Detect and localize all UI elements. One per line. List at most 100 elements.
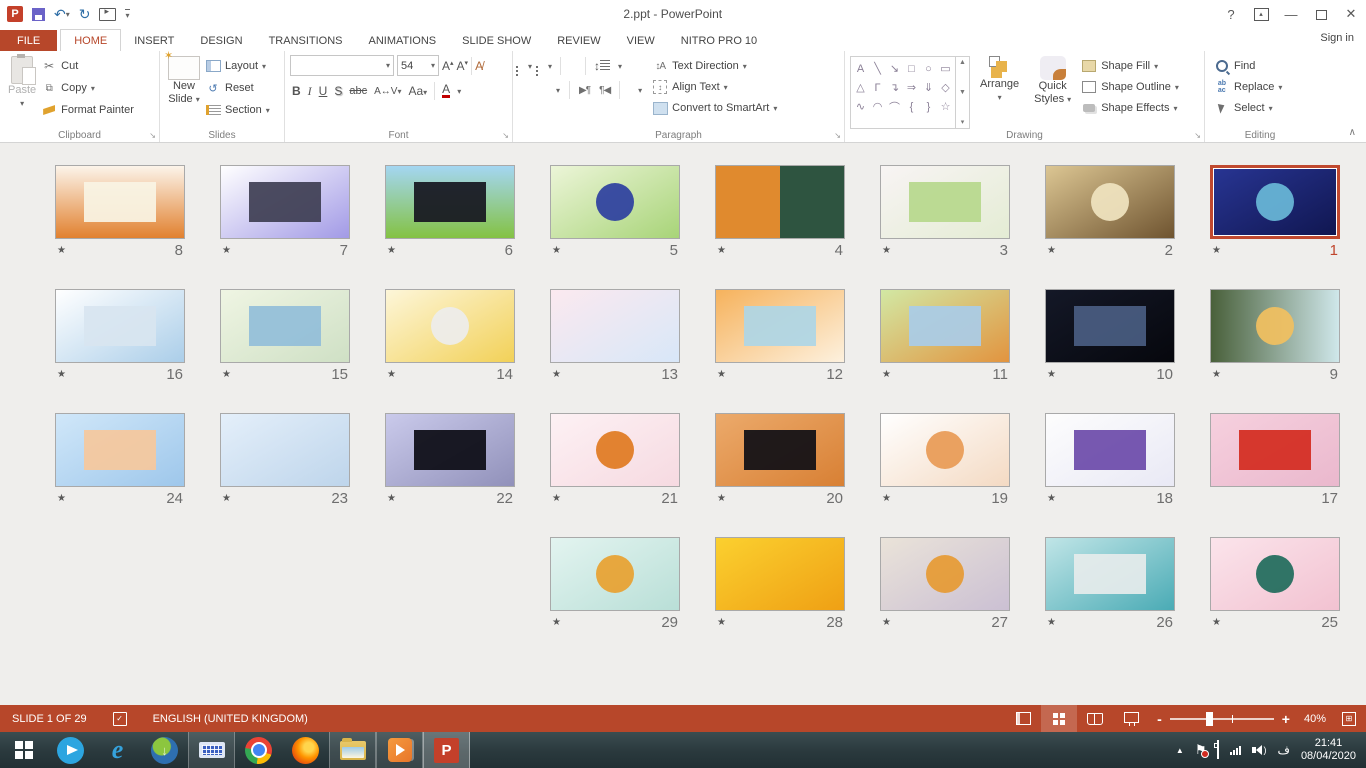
redo-icon[interactable]: ↻ xyxy=(79,6,91,23)
slide-25-thumbnail-orbit-seasons[interactable] xyxy=(1210,537,1340,611)
tab-nitro-pro-10[interactable]: NITRO PRO 10 xyxy=(668,30,770,51)
help-icon[interactable]: ? xyxy=(1216,2,1246,26)
decrease-font-size-button[interactable]: A▾ xyxy=(457,59,469,73)
shape-glyph-7[interactable]: Γ xyxy=(869,78,886,97)
tab-file[interactable]: FILE xyxy=(0,30,57,51)
normal-view-button[interactable] xyxy=(1005,705,1041,732)
font-dialog-launcher[interactable]: ↘ xyxy=(502,131,509,140)
taskbar-chrome-button[interactable] xyxy=(235,732,282,768)
line-spacing-button[interactable]: ↕ xyxy=(594,59,610,73)
slide-1-thumbnail-globe-space-title[interactable] xyxy=(1210,165,1340,239)
shape-glyph-10[interactable]: ⇓ xyxy=(920,78,937,97)
tab-insert[interactable]: INSERT xyxy=(121,30,187,51)
slide-19-thumbnail-swirl-text[interactable] xyxy=(880,413,1010,487)
shape-glyph-6[interactable]: △ xyxy=(852,78,869,97)
left-to-right-direction-button[interactable]: ▶¶ xyxy=(579,85,590,96)
slide-15-thumbnail-timezone-map-green[interactable] xyxy=(220,289,350,363)
powerpoint-app-icon[interactable]: P xyxy=(7,6,23,22)
spell-check-icon[interactable]: ✓ xyxy=(113,712,127,726)
taskbar-telegram-button[interactable] xyxy=(47,732,94,768)
italic-button[interactable]: I xyxy=(308,84,312,99)
slide-2-thumbnail-pocket-watch[interactable] xyxy=(1045,165,1175,239)
minimize-icon[interactable]: — xyxy=(1276,2,1306,26)
ribbon-display-options-icon[interactable]: ▴ xyxy=(1246,2,1276,26)
shape-glyph-12[interactable]: ∿ xyxy=(852,97,869,116)
slide-21-thumbnail-planet-note-pink[interactable] xyxy=(550,413,680,487)
shape-glyph-5[interactable]: ▭ xyxy=(937,59,954,78)
zoom-out-button[interactable]: - xyxy=(1157,711,1162,727)
font-name-combobox[interactable]: ▾ xyxy=(290,55,394,76)
slide-18-thumbnail-timezone-color-map[interactable] xyxy=(1045,413,1175,487)
hidden-icons-chevron-icon[interactable]: ▲ xyxy=(1176,746,1184,755)
taskbar-wmp-button[interactable] xyxy=(376,732,423,768)
cut-button[interactable]: ✂ Cut xyxy=(41,56,134,76)
shape-fill-button[interactable]: Shape Fill▾ xyxy=(1081,56,1179,76)
taskbar-ie-button[interactable]: e xyxy=(94,732,141,768)
shape-glyph-13[interactable]: ◠ xyxy=(869,97,886,116)
slide-24-thumbnail-earth-axis-diagrams[interactable] xyxy=(55,413,185,487)
shape-glyph-3[interactable]: □ xyxy=(903,59,920,78)
taskbar-explorer-button[interactable] xyxy=(329,732,376,768)
network-signal-icon[interactable] xyxy=(1230,746,1241,755)
reading-view-button[interactable] xyxy=(1077,705,1113,732)
volume-icon[interactable]: ) xyxy=(1252,745,1266,755)
slide-12-thumbnail-rotation-textboxes[interactable] xyxy=(715,289,845,363)
slide-29-thumbnail-two-globes-lens[interactable] xyxy=(550,537,680,611)
shape-glyph-15[interactable]: { xyxy=(903,97,920,116)
slide-sorter-view-button[interactable] xyxy=(1041,705,1077,732)
layout-button[interactable]: Layout▾ xyxy=(205,56,270,76)
slide-5-thumbnail-globe-leaves[interactable] xyxy=(550,165,680,239)
text-shadow-button[interactable]: S xyxy=(334,84,342,98)
shape-glyph-14[interactable]: ⌒ xyxy=(886,97,903,116)
shape-glyph-1[interactable]: ╲ xyxy=(869,59,886,78)
strikethrough-button[interactable]: abc xyxy=(349,85,367,97)
slide-28-thumbnail-golden-text[interactable] xyxy=(715,537,845,611)
restore-icon[interactable] xyxy=(1306,2,1336,26)
shape-glyph-16[interactable]: } xyxy=(920,97,937,116)
shapes-gallery[interactable]: A╲↘□○▭△Γ↴⇒⇓◇∿◠⌒{}☆ xyxy=(850,56,956,129)
slide-20-thumbnail-night-globe-orange[interactable] xyxy=(715,413,845,487)
slide-13-thumbnail-floral-text[interactable] xyxy=(550,289,680,363)
tab-view[interactable]: VIEW xyxy=(614,30,668,51)
zoom-slider[interactable] xyxy=(1170,718,1274,720)
tab-review[interactable]: REVIEW xyxy=(544,30,613,51)
taskbar-powerpoint-button[interactable]: P xyxy=(423,732,470,768)
shape-glyph-0[interactable]: A xyxy=(852,59,869,78)
paragraph-dialog-launcher[interactable]: ↘ xyxy=(834,131,841,140)
slide-9-thumbnail-earth-sunrise[interactable] xyxy=(1210,289,1340,363)
shape-glyph-9[interactable]: ⇒ xyxy=(903,78,920,97)
zoom-slider-thumb[interactable] xyxy=(1206,712,1213,726)
slide-7-thumbnail-city-dusk-photo[interactable] xyxy=(220,165,350,239)
slide-6-thumbnail-earth-sun-sky[interactable] xyxy=(385,165,515,239)
arrange-button[interactable]: Arrange ▾ xyxy=(975,54,1024,129)
change-case-button[interactable]: Aa▾ xyxy=(408,84,427,98)
shape-outline-button[interactable]: Shape Outline▾ xyxy=(1081,77,1179,97)
slide-8-thumbnail-rotation-diagram-sunset[interactable] xyxy=(55,165,185,239)
right-to-left-direction-button[interactable]: ¶◀ xyxy=(599,85,610,96)
quick-styles-button[interactable]: Quick Styles ▾ xyxy=(1029,54,1076,129)
taskbar-osk-button[interactable] xyxy=(188,732,235,768)
shape-glyph-4[interactable]: ○ xyxy=(920,59,937,78)
clear-formatting-button[interactable]: A̸ xyxy=(475,59,483,73)
tab-animations[interactable]: ANIMATIONS xyxy=(356,30,450,51)
slide-11-thumbnail-world-map-compass[interactable] xyxy=(880,289,1010,363)
replace-button[interactable]: abac Replace▾ xyxy=(1214,77,1312,97)
slide-17-thumbnail-china-map[interactable] xyxy=(1210,413,1340,487)
zoom-percentage[interactable]: 40% xyxy=(1298,713,1332,725)
tab-slide-show[interactable]: SLIDE SHOW xyxy=(449,30,544,51)
slide-27-thumbnail-eclipse-diagram-beige[interactable] xyxy=(880,537,1010,611)
shape-glyph-11[interactable]: ◇ xyxy=(937,78,954,97)
clock[interactable]: 21:41 08/04/2020 xyxy=(1301,737,1356,763)
tab-transitions[interactable]: TRANSITIONS xyxy=(256,30,356,51)
slide-4-thumbnail-day-night-split[interactable] xyxy=(715,165,845,239)
action-center-flag-icon[interactable]: ⚑ xyxy=(1195,742,1207,758)
paste-button[interactable]: Paste ▾ xyxy=(3,54,41,129)
power-icon[interactable] xyxy=(1217,741,1219,759)
taskbar-idm-button[interactable] xyxy=(141,732,188,768)
format-painter-button[interactable]: Format Painter xyxy=(41,100,134,120)
convert-to-smartart-button[interactable]: Convert to SmartArt▾ xyxy=(652,98,777,118)
slide-22-thumbnail-galaxy-orbits[interactable] xyxy=(385,413,515,487)
keyboard-language-indicator[interactable]: ف xyxy=(1277,743,1289,757)
slide-show-button[interactable] xyxy=(1113,705,1149,732)
copy-button[interactable]: ⧉ Copy ▾ xyxy=(41,78,134,98)
